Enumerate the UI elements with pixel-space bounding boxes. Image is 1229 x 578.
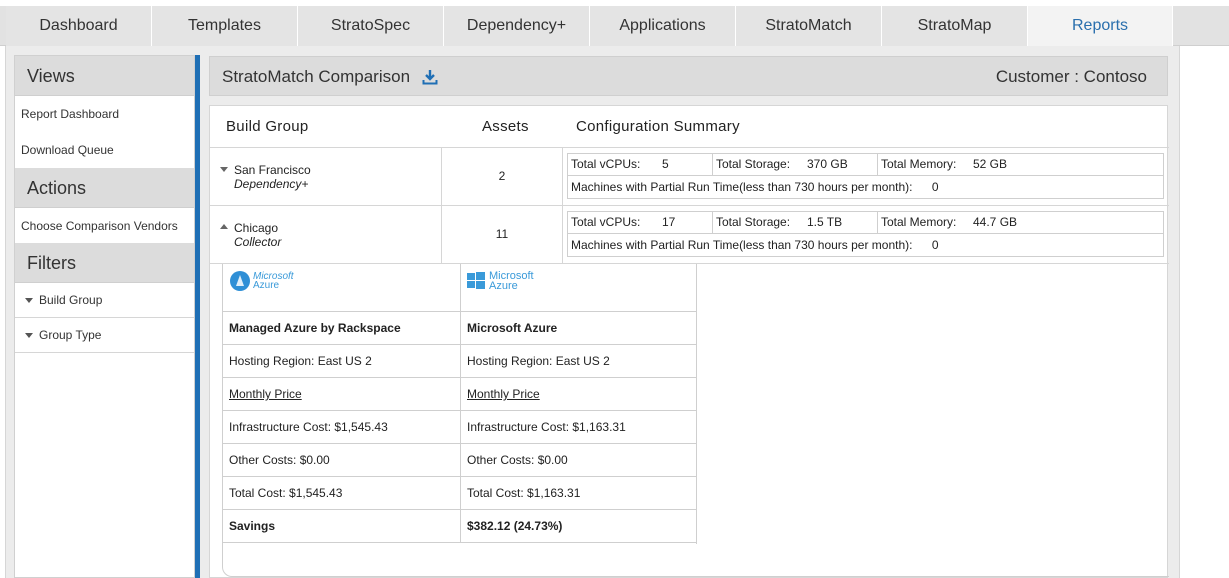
storage-cell: Total Storage: 370 GB [713, 154, 878, 176]
hosting-region-row: Hosting Region: East US 2 Hosting Region… [223, 345, 696, 378]
tab-stratospec[interactable]: StratoSpec [298, 6, 444, 46]
sidebar-item-choose-comparison-vendors[interactable]: Choose Comparison Vendors [15, 208, 194, 244]
configuration-summary: Total vCPUs: 5 Total Storage: 370 GB Tot… [567, 153, 1164, 199]
tab-reports[interactable]: Reports [1028, 6, 1173, 46]
savings-value: $382.12 (24.73%) [460, 510, 696, 543]
comparison-panel: Build Group Assets Configuration Summary… [209, 105, 1169, 578]
tab-dependency-plus[interactable]: Dependency+ [444, 6, 590, 46]
page-title: StratoMatch Comparison [222, 67, 411, 86]
assets-count: 11 [495, 227, 509, 241]
storage-label: Total Storage: [716, 215, 791, 229]
accent-divider [195, 55, 200, 578]
total-cost: Total Cost: $1,545.43 [229, 486, 343, 500]
views-heading: Views [15, 56, 194, 96]
divider [696, 264, 697, 544]
vendor-logo-line2: Azure [253, 280, 280, 291]
hosting-region: Hosting Region: East US 2 [460, 345, 696, 378]
vcpus-value: 17 [662, 215, 676, 229]
tab-stratomap[interactable]: StratoMap [882, 6, 1028, 46]
filter-label: Build Group [39, 293, 103, 307]
group-name: San Francisco [234, 163, 311, 177]
partial-run-time: Machines with Partial Run Time(less than… [571, 235, 939, 256]
other-costs: Other Costs: $0.00 [460, 444, 696, 477]
memory-label: Total Memory: [881, 215, 957, 229]
partial-run-value: 0 [931, 238, 939, 252]
vcpus-label: Total vCPUs: [571, 157, 641, 171]
actions-heading: Actions [15, 168, 194, 208]
column-header-configuration-summary: Configuration Summary [576, 118, 740, 135]
memory-cell: Total Memory: 52 GB [878, 154, 1163, 176]
partial-run-label: Machines with Partial Run Time(less than… [571, 180, 913, 194]
infrastructure-cost: Infrastructure Cost: $1,545.43 [229, 420, 388, 434]
group-type: Collector [234, 235, 282, 249]
tab-applications[interactable]: Applications [590, 6, 736, 46]
group-type: Dependency+ [234, 177, 309, 191]
infrastructure-cost: Infrastructure Cost: $1,163.31 [460, 411, 696, 444]
storage-value: 370 GB [807, 157, 848, 171]
divider [210, 147, 1169, 148]
vendor-name: Microsoft Azure [460, 312, 696, 345]
group-name: Chicago [234, 221, 279, 235]
filter-build-group[interactable]: Build Group [15, 283, 194, 318]
tab-stratomatch[interactable]: StratoMatch [736, 6, 882, 46]
filter-label: Group Type [39, 328, 102, 342]
divider [210, 205, 1169, 206]
monthly-price-link[interactable]: Monthly Price [229, 387, 302, 401]
column-header-assets: Assets [482, 118, 529, 135]
sidebar-item-report-dashboard[interactable]: Report Dashboard [15, 96, 194, 132]
savings-label: Savings [229, 519, 276, 533]
other-costs-row: Other Costs: $0.00 Other Costs: $0.00 [223, 444, 696, 477]
vcpus-cell: Total vCPUs: 5 [568, 154, 713, 176]
partial-run-value: 0 [931, 180, 939, 194]
hosting-region: Hosting Region: East US 2 [229, 354, 372, 368]
page-header: StratoMatch Comparison Customer : Contos… [209, 56, 1168, 96]
memory-cell: Total Memory: 44.7 GB [878, 212, 1163, 234]
filters-heading: Filters [15, 243, 194, 283]
vendor-logo-cell: Microsoft Azure [223, 264, 460, 312]
caret-down-icon[interactable] [220, 167, 228, 172]
configuration-summary: Total vCPUs: 17 Total Storage: 1.5 TB To… [567, 211, 1164, 257]
storage-label: Total Storage: [716, 157, 791, 171]
column-header-build-group: Build Group [226, 118, 309, 135]
partial-run-label: Machines with Partial Run Time(less than… [571, 238, 913, 252]
vendor-logos-row: Microsoft Azure Microsoft Azure [223, 264, 696, 312]
chevron-down-icon [25, 333, 33, 338]
download-icon[interactable] [422, 69, 438, 85]
windows-logo-icon [467, 272, 485, 289]
caret-up-icon[interactable] [220, 224, 228, 229]
monthly-price-row: Monthly Price Monthly Price [223, 378, 696, 411]
tab-dashboard[interactable]: Dashboard [6, 6, 152, 46]
vendor-name-row: Managed Azure by Rackspace Microsoft Azu… [223, 312, 696, 345]
monthly-price-link[interactable]: Monthly Price [467, 387, 540, 401]
vcpus-cell: Total vCPUs: 17 [568, 212, 713, 234]
vendor-logo-line2: Azure [489, 280, 518, 292]
storage-value: 1.5 TB [807, 215, 843, 229]
other-costs: Other Costs: $0.00 [229, 453, 330, 467]
infrastructure-cost-row: Infrastructure Cost: $1,545.43 Infrastru… [223, 411, 696, 444]
azure-logo-icon [230, 271, 250, 291]
customer-label: Customer : Contoso [995, 67, 1147, 86]
filter-group-type[interactable]: Group Type [15, 318, 194, 353]
memory-value: 52 GB [973, 157, 1008, 171]
memory-value: 44.7 GB [973, 215, 1018, 229]
chevron-down-icon [25, 298, 33, 303]
total-cost: Total Cost: $1,163.31 [460, 477, 696, 510]
vcpus-label: Total vCPUs: [571, 215, 641, 229]
vendor-logo-cell: Microsoft Azure [460, 264, 696, 312]
assets-count: 2 [498, 169, 506, 183]
vcpus-value: 5 [662, 157, 669, 171]
memory-label: Total Memory: [881, 157, 957, 171]
tab-templates[interactable]: Templates [152, 6, 298, 46]
savings-row: Savings $382.12 (24.73%) [223, 510, 696, 543]
sidebar-item-download-queue[interactable]: Download Queue [15, 132, 194, 168]
sidebar: Views Report Dashboard Download Queue Ac… [14, 55, 195, 578]
partial-run-time: Machines with Partial Run Time(less than… [571, 177, 939, 198]
storage-cell: Total Storage: 1.5 TB [713, 212, 878, 234]
top-nav-tabs: Dashboard Templates StratoSpec Dependenc… [0, 6, 1229, 46]
total-cost-row: Total Cost: $1,545.43 Total Cost: $1,163… [223, 477, 696, 510]
vendor-name: Managed Azure by Rackspace [229, 321, 401, 335]
vendor-comparison: Microsoft Azure Microsoft Azure Managed … [222, 264, 1169, 577]
